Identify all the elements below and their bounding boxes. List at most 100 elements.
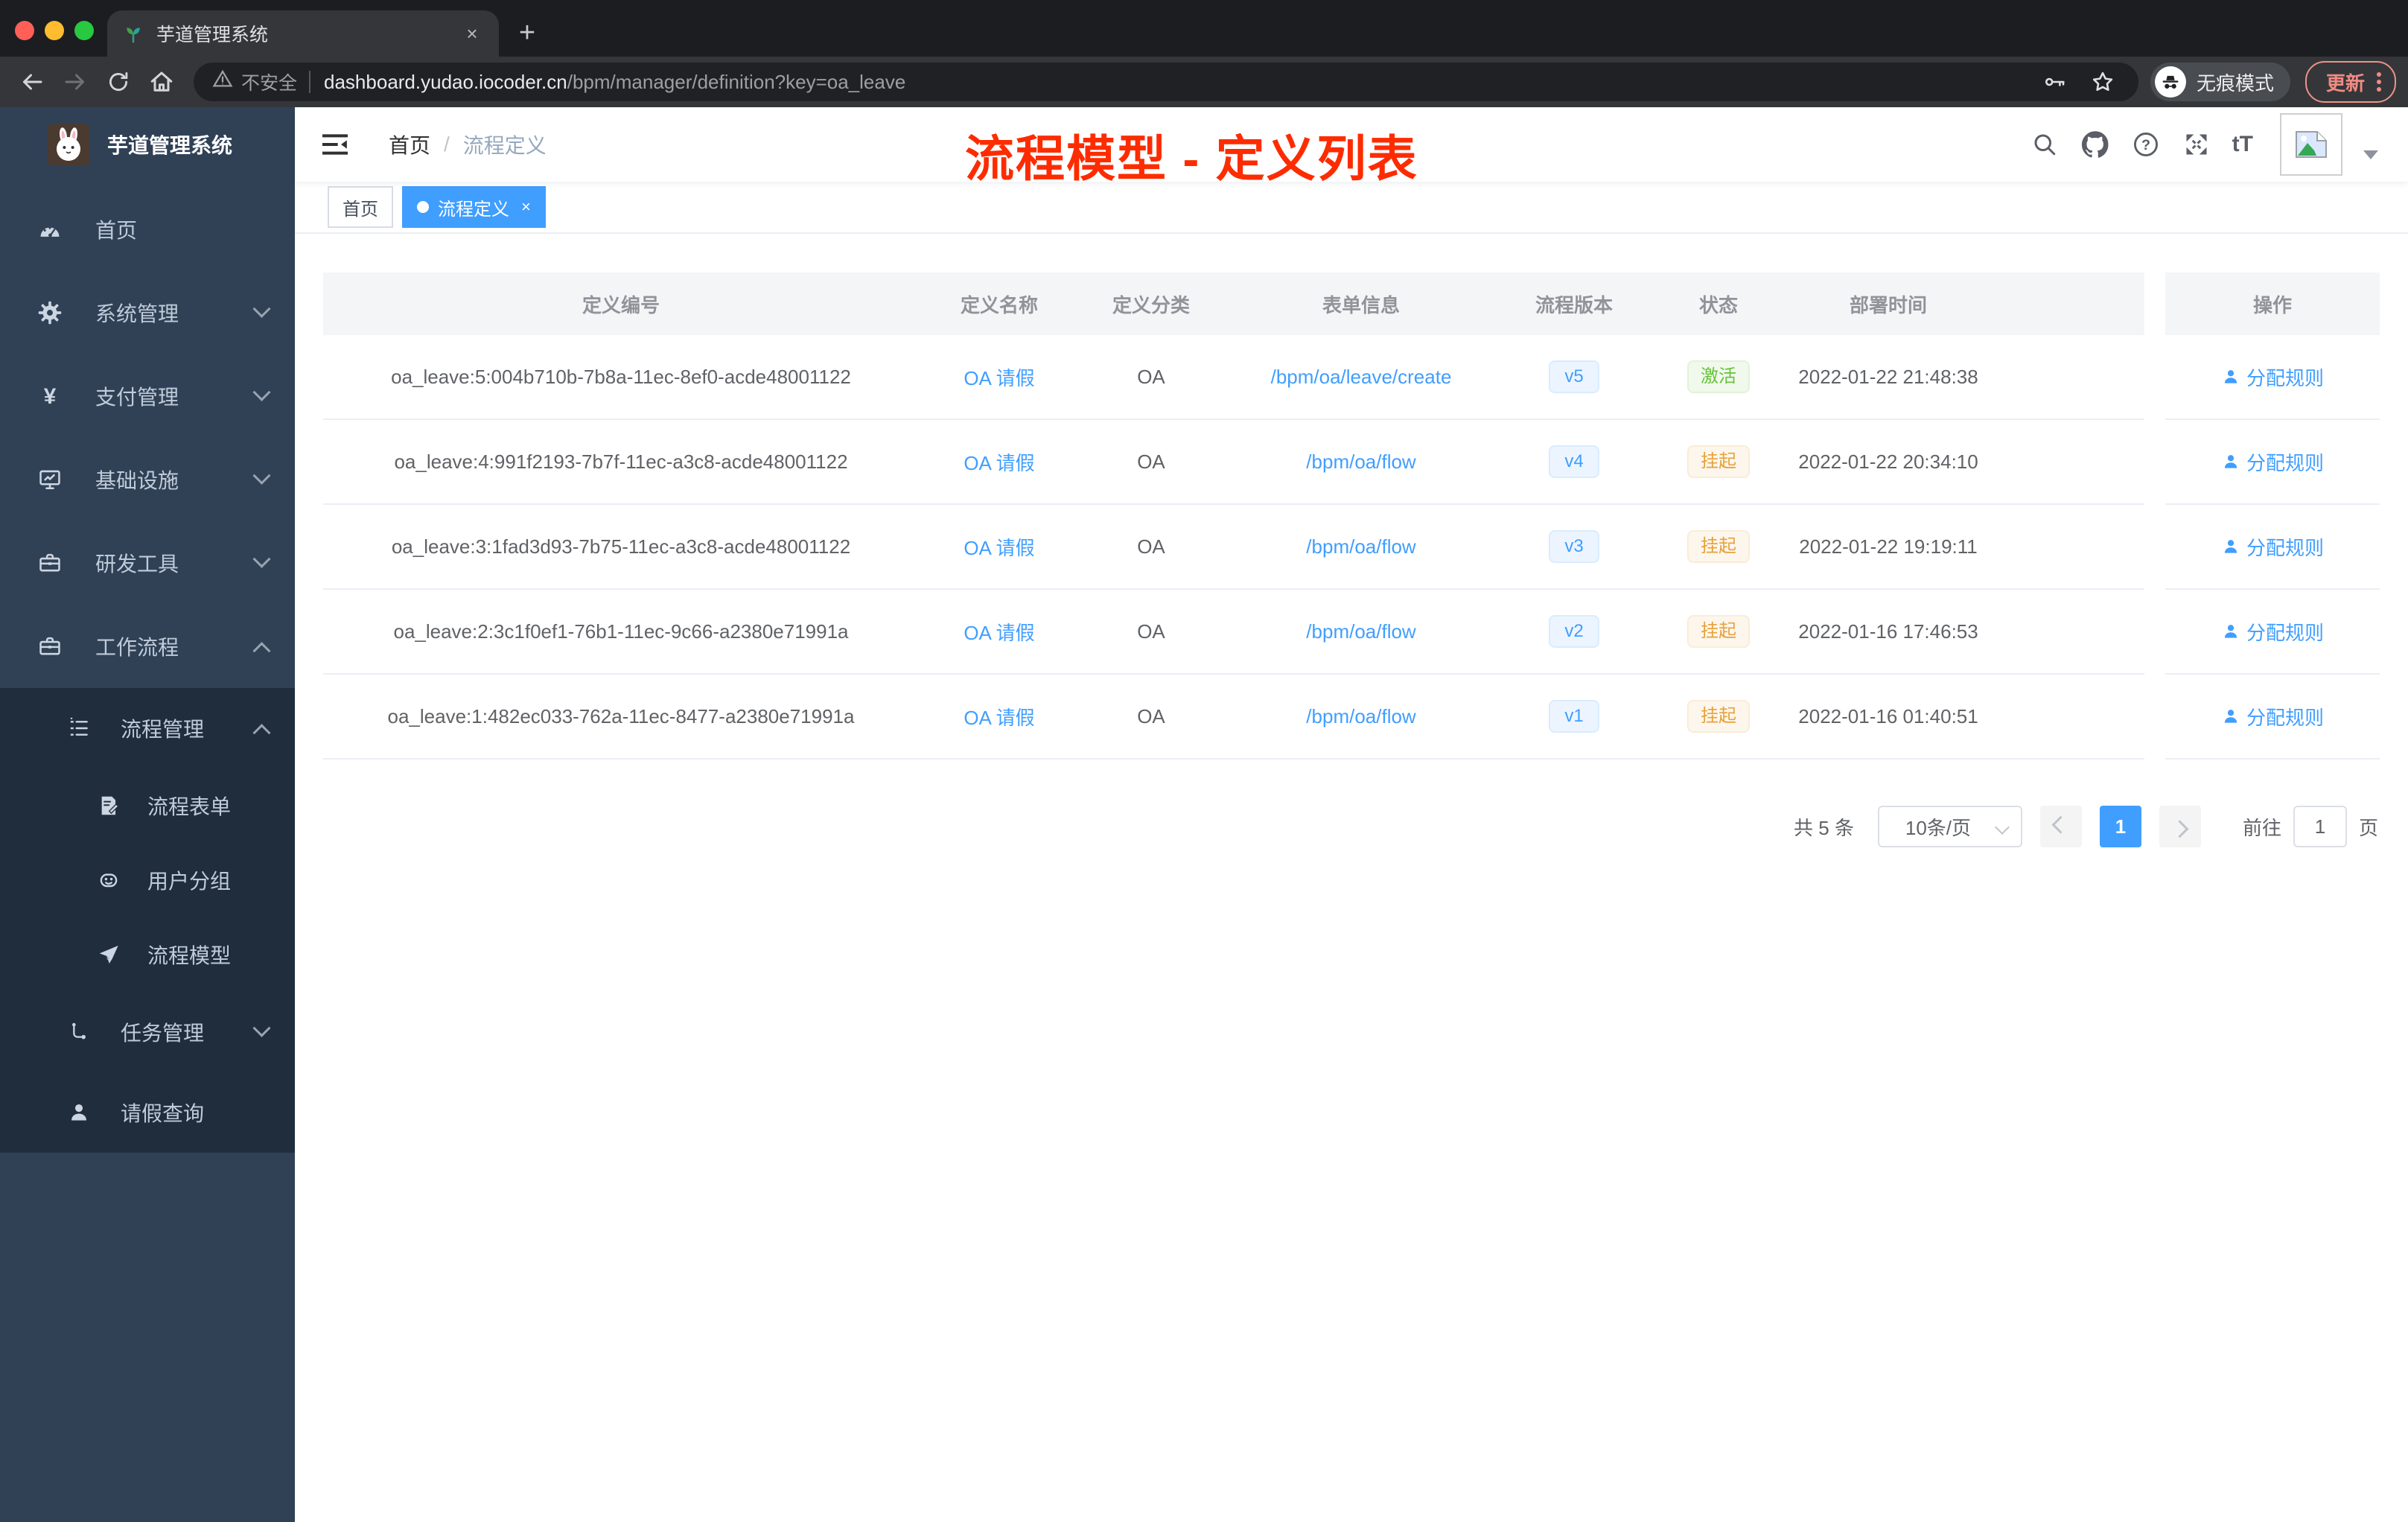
sidebar-item-workflow[interactable]: 工作流程	[0, 605, 295, 688]
assign-rule-link[interactable]: 分配规则	[2221, 703, 2324, 730]
tag-close-icon[interactable]: ×	[521, 197, 531, 217]
minimize-window-button[interactable]	[45, 21, 64, 40]
forward-icon[interactable]	[55, 62, 95, 102]
home-icon[interactable]	[141, 62, 182, 102]
form-link[interactable]: /bpm/oa/flow	[1306, 535, 1415, 558]
sidebar-item-infrastructure[interactable]: 基础设施	[0, 438, 295, 521]
definition-name-link[interactable]: OA 请假	[963, 537, 1034, 559]
assign-rule-link[interactable]: 分配规则	[2221, 618, 2324, 646]
chevron-up-icon	[252, 641, 271, 660]
sidebar-item-label: 流程管理	[121, 718, 205, 741]
col-header-process-version: 流程版本	[1535, 293, 1613, 316]
dashboard-icon	[40, 226, 60, 238]
sidebar-item-label: 流程模型	[147, 944, 232, 967]
assign-rule-link[interactable]: 分配规则	[2221, 363, 2324, 391]
next-page-button[interactable]	[2159, 806, 2201, 847]
sidebar-item-task-management[interactable]: 任务管理	[0, 992, 295, 1072]
chevron-left-icon	[2051, 815, 2070, 834]
monitor-icon	[39, 470, 60, 490]
paper-plane-icon	[99, 946, 118, 964]
sidebar-menu: 首页 系统管理 ¥ 支付管理 基础设施 研发工具 工作流程 流程管理 流程表单 …	[0, 182, 295, 1153]
app-logo-row: 芋道管理系统	[0, 107, 295, 182]
avatar	[48, 124, 89, 165]
browser-tab[interactable]: 芋道管理系统 ×	[107, 10, 499, 57]
url-bar[interactable]: 不安全 dashboard.yudao.iocoder.cn/bpm/manag…	[194, 63, 2138, 101]
sidebar-item-home[interactable]: 首页	[0, 188, 295, 271]
font-size-icon[interactable]: tT	[2232, 132, 2253, 157]
cell-category: OA	[1137, 450, 1165, 473]
page-size-value: 10条/页	[1905, 816, 1972, 839]
breadcrumb-home[interactable]: 首页	[389, 130, 430, 159]
active-tag-dot	[417, 201, 429, 213]
table-action-cell: 分配规则	[2165, 590, 2380, 675]
definition-name-link[interactable]: OA 请假	[963, 707, 1034, 729]
table-row: oa_leave:5:004b710b-7b8a-11ec-8ef0-acde4…	[323, 335, 2144, 420]
chevron-down-icon	[252, 299, 271, 318]
url-text[interactable]: dashboard.yudao.iocoder.cn/bpm/manager/d…	[324, 71, 905, 94]
chevron-down-icon	[252, 383, 271, 401]
form-link[interactable]: /bpm/oa/flow	[1306, 450, 1415, 473]
form-icon	[101, 796, 119, 815]
breadcrumb: 首页 / 流程定义	[389, 130, 547, 159]
table-row: oa_leave:3:1fad3d93-7b75-11ec-a3c8-acde4…	[323, 505, 2144, 590]
tab-close-icon[interactable]: ×	[460, 22, 484, 45]
sidebar-item-user-group[interactable]: 用户分组	[0, 843, 295, 917]
back-icon[interactable]	[12, 62, 52, 102]
assign-rule-label: 分配规则	[2246, 536, 2324, 559]
status-badge: 挂起	[1687, 530, 1750, 563]
prev-page-button[interactable]	[2039, 806, 2082, 847]
assign-rule-link[interactable]: 分配规则	[2221, 448, 2324, 476]
update-label[interactable]: 更新	[2326, 69, 2365, 96]
col-header-definition-name: 定义名称	[960, 293, 1038, 316]
avatar-caret-down-icon[interactable]	[2363, 150, 2378, 159]
flow-icon	[72, 1022, 86, 1039]
sidebar-item-process-model[interactable]: 流程模型	[0, 917, 295, 992]
chrome-update-button[interactable]: 更新	[2305, 61, 2396, 103]
version-badge: v5	[1549, 360, 1599, 393]
page-number-button[interactable]: 1	[2099, 806, 2141, 847]
github-icon[interactable]	[2080, 130, 2110, 159]
reload-icon[interactable]	[98, 62, 138, 102]
goto-page-input[interactable]	[2293, 806, 2347, 847]
col-header-deploy-time: 部署时间	[1849, 293, 1927, 316]
tag-process-definition[interactable]: 流程定义 ×	[402, 186, 546, 228]
form-link[interactable]: /bpm/oa/flow	[1306, 620, 1415, 643]
browser-menu-icon[interactable]	[2377, 72, 2381, 92]
form-link[interactable]: /bpm/oa/flow	[1306, 705, 1415, 727]
fullscreen-icon[interactable]	[2182, 130, 2211, 159]
sidebar-fold-icon[interactable]	[320, 130, 350, 159]
sidebar-item-label: 研发工具	[95, 553, 179, 576]
sidebar-item-process-management[interactable]: 流程管理	[0, 688, 295, 768]
sidebar-item-system[interactable]: 系统管理	[0, 271, 295, 354]
sidebar-item-process-form[interactable]: 流程表单	[0, 768, 295, 843]
chevron-down-icon	[1995, 820, 2010, 835]
sidebar-item-label: 支付管理	[95, 386, 179, 409]
window-controls[interactable]	[15, 21, 94, 40]
definition-name-link[interactable]: OA 请假	[963, 367, 1034, 389]
assign-rule-link[interactable]: 分配规则	[2221, 533, 2324, 561]
sidebar-item-payment[interactable]: ¥ 支付管理	[0, 354, 295, 438]
user-icon	[2221, 452, 2240, 471]
version-badge: v4	[1549, 445, 1599, 478]
user-avatar-broken-image[interactable]	[2280, 113, 2342, 176]
bookmark-star-icon[interactable]	[2085, 64, 2121, 100]
search-icon[interactable]	[2030, 130, 2060, 159]
browser-toolbar: 不安全 dashboard.yudao.iocoder.cn/bpm/manag…	[0, 57, 2408, 107]
tag-home[interactable]: 首页	[328, 186, 393, 228]
help-icon[interactable]: ?	[2131, 130, 2161, 159]
close-window-button[interactable]	[15, 21, 34, 40]
sidebar-item-dev-tools[interactable]: 研发工具	[0, 521, 295, 605]
definition-name-link[interactable]: OA 请假	[963, 622, 1034, 644]
tag-label: 首页	[343, 199, 378, 220]
tab-title: 芋道管理系统	[156, 25, 269, 45]
page-size-select[interactable]: 10条/页	[1877, 806, 2022, 847]
new-tab-button[interactable]: +	[508, 13, 547, 52]
password-key-icon[interactable]	[2037, 64, 2073, 100]
security-label[interactable]: 不安全	[241, 69, 297, 95]
form-link[interactable]: /bpm/oa/leave/create	[1271, 366, 1452, 388]
zoom-window-button[interactable]	[74, 21, 94, 40]
sidebar-item-leave-query[interactable]: 请假查询	[0, 1072, 295, 1153]
version-badge: v2	[1549, 615, 1599, 648]
definition-name-link[interactable]: OA 请假	[963, 452, 1034, 474]
table-action-cell: 分配规则	[2165, 675, 2380, 760]
